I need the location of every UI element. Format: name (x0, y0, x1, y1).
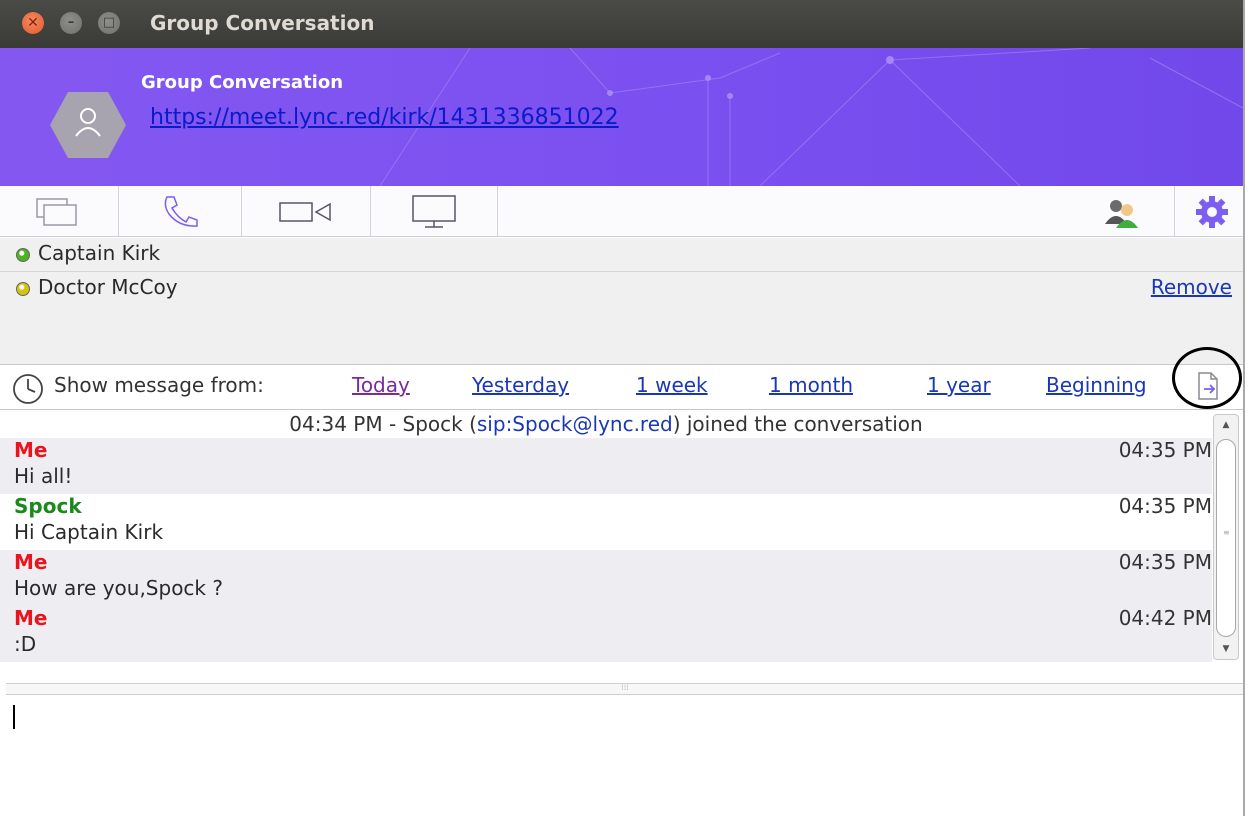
maximize-window-button[interactable]: □ (98, 12, 120, 34)
scrollbar-thumb[interactable]: ≡ (1216, 439, 1236, 637)
message-sender: Me (14, 550, 48, 574)
gear-icon (1196, 196, 1228, 228)
participant-list: Captain Kirk Doctor McCoy Remove (0, 238, 1243, 365)
filter-1-month-link[interactable]: 1 month (769, 373, 853, 397)
conversation-window: ✕ – □ Group Conversation Group Conversat… (0, 0, 1243, 816)
message-time: 04:35 PM (1118, 494, 1212, 518)
message-time: 04:35 PM (1118, 438, 1212, 462)
meeting-link[interactable]: https://meet.lync.red/kirk/1431336851022 (150, 105, 619, 130)
minimize-window-button[interactable]: – (60, 12, 82, 34)
pane-splitter[interactable]: ⁞⁞⁞ (6, 683, 1243, 695)
message-sender: Me (14, 438, 48, 462)
message-item: Spock 04:35 PM Hi Captain Kirk (0, 494, 1212, 550)
scroll-down-arrow-icon[interactable]: ▼ (1214, 639, 1238, 659)
desktop-edge (1243, 0, 1245, 816)
add-contacts-button[interactable] (1070, 186, 1175, 236)
call-button[interactable] (119, 186, 242, 236)
message-item: Me 04:35 PM Hi all! (0, 438, 1212, 494)
message-history: 04:34 PM - Spock (sip:Spock@lync.red) jo… (0, 410, 1212, 662)
history-filter-bar: Show message from: Today Yesterday 1 wee… (0, 365, 1243, 410)
history-filter-label: Show message from: (54, 373, 264, 397)
video-button[interactable] (242, 186, 371, 236)
video-icon (279, 202, 331, 222)
message-text: :D (14, 632, 37, 656)
message-input[interactable] (6, 695, 1243, 816)
clock-icon (13, 374, 43, 404)
message-sender: Me (14, 606, 48, 630)
screen-share-icon (412, 195, 456, 228)
scroll-grip-icon: ≡ (1223, 528, 1230, 537)
message-sender: Spock (14, 494, 82, 518)
close-icon: ✕ (27, 15, 39, 31)
filter-1-year-link[interactable]: 1 year (927, 373, 991, 397)
splitter-grip-icon: ⁞⁞⁞ (621, 683, 629, 692)
maximize-icon: □ (102, 15, 116, 30)
presence-status-icon (16, 248, 30, 262)
filter-today-link[interactable]: Today (352, 373, 410, 397)
message-scrollbar[interactable]: ▲ ≡ ▼ (1213, 414, 1239, 660)
message-text: Hi Captain Kirk (14, 520, 164, 544)
settings-button[interactable] (1175, 186, 1243, 236)
message-text: How are you,Spock ? (14, 576, 223, 600)
annotation-highlight-circle (1172, 347, 1242, 409)
remove-participant-link[interactable]: Remove (1151, 275, 1232, 299)
toolbar (0, 186, 1243, 237)
minimize-icon: – (67, 15, 75, 30)
participant-name: Captain Kirk (38, 241, 161, 265)
join-notification-text: ) joined the conversation (672, 412, 923, 436)
participant-row[interactable]: Captain Kirk (0, 238, 1243, 270)
window-title: Group Conversation (150, 11, 375, 35)
join-notification-sip[interactable]: sip:Spock@lync.red (477, 412, 673, 436)
conversation-header: Group Conversation https://meet.lync.red… (0, 48, 1243, 186)
message-text: Hi all! (14, 464, 73, 488)
text-caret (13, 705, 15, 729)
message-time: 04:35 PM (1118, 550, 1212, 574)
group-avatar-icon (50, 92, 126, 158)
filter-1-week-link[interactable]: 1 week (636, 373, 708, 397)
filter-beginning-link[interactable]: Beginning (1046, 373, 1147, 397)
screen-share-button[interactable] (371, 186, 498, 236)
close-window-button[interactable]: ✕ (22, 12, 44, 34)
message-item: Me 04:35 PM How are you,Spock ? (0, 550, 1212, 606)
group-name: Group Conversation (141, 72, 344, 93)
participant-name: Doctor McCoy (38, 275, 178, 299)
presence-status-icon (16, 282, 30, 296)
message-item: Me 04:42 PM :D (0, 606, 1212, 662)
scroll-up-arrow-icon[interactable]: ▲ (1214, 415, 1238, 435)
participant-row[interactable]: Doctor McCoy Remove (0, 271, 1243, 304)
chat-button[interactable] (0, 186, 119, 236)
message-time: 04:42 PM (1118, 606, 1212, 630)
add-contacts-icon (1105, 200, 1138, 228)
title-bar[interactable]: ✕ – □ Group Conversation (0, 0, 1243, 48)
filter-yesterday-link[interactable]: Yesterday (472, 373, 569, 397)
join-notification-time: 04:34 PM - Spock ( (289, 412, 477, 436)
phone-icon (164, 196, 198, 227)
chat-icon (36, 198, 77, 226)
join-notification: 04:34 PM - Spock (sip:Spock@lync.red) jo… (0, 412, 1212, 436)
